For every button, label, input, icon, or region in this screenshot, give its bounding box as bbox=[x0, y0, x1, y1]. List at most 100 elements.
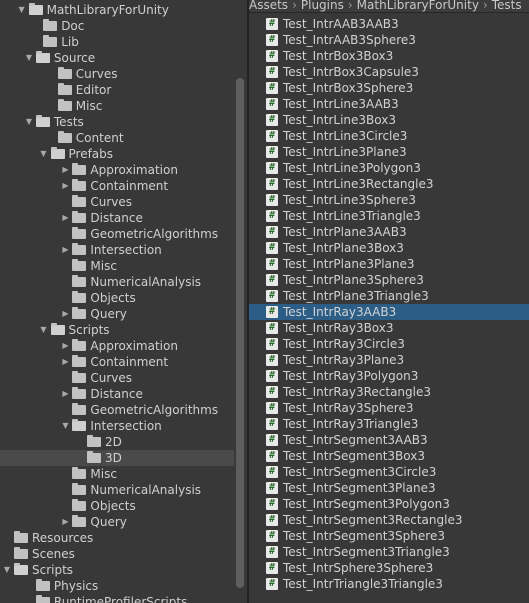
file-item[interactable]: # Test_IntrRay3Triangle3 bbox=[249, 416, 529, 432]
breadcrumb-item-plugins[interactable]: Plugins bbox=[301, 0, 344, 11]
tree-item-tests[interactable]: ▼ Tests bbox=[0, 114, 234, 130]
tree-item-curves[interactable]: Curves bbox=[0, 370, 234, 386]
tree-item-geometricalgorithms[interactable]: GeometricAlgorithms bbox=[0, 226, 234, 242]
file-item[interactable]: # Test_IntrPlane3Plane3 bbox=[249, 256, 529, 272]
file-item[interactable]: # Test_IntrLine3Sphere3 bbox=[249, 192, 529, 208]
breadcrumb-item-mathlibrary[interactable]: MathLibraryForUnity bbox=[357, 0, 479, 11]
file-item[interactable]: # Test_IntrPlane3Triangle3 bbox=[249, 288, 529, 304]
expand-right-icon[interactable]: ▶ bbox=[60, 210, 70, 226]
tree-item-numericalanalysis[interactable]: NumericalAnalysis bbox=[0, 274, 234, 290]
tree-item-curves[interactable]: Curves bbox=[0, 66, 234, 82]
tree-item-scripts[interactable]: ▼ Scripts bbox=[0, 322, 234, 338]
file-item[interactable]: # Test_IntrPlane3AAB3 bbox=[249, 224, 529, 240]
tree-scrollbar-thumb[interactable] bbox=[236, 78, 244, 588]
tree-item-editor[interactable]: Editor bbox=[0, 82, 234, 98]
expand-right-icon[interactable]: ▶ bbox=[60, 514, 70, 530]
breadcrumb-item-assets[interactable]: Assets bbox=[249, 0, 288, 11]
expand-down-icon[interactable]: ▼ bbox=[39, 146, 49, 162]
file-item[interactable]: # Test_IntrLine3Box3 bbox=[249, 112, 529, 128]
file-item[interactable]: # Test_IntrLine3Triangle3 bbox=[249, 208, 529, 224]
tree-item-2d[interactable]: 2D bbox=[0, 434, 234, 450]
tree-item-approximation[interactable]: ▶ Approximation bbox=[0, 162, 234, 178]
tree-item-containment[interactable]: ▶ Containment bbox=[0, 178, 234, 194]
tree-item-lib[interactable]: Lib bbox=[0, 34, 234, 50]
tree-item-prefabs[interactable]: ▼ Prefabs bbox=[0, 146, 234, 162]
expand-down-icon[interactable]: ▼ bbox=[2, 562, 12, 578]
tree-item-intersection[interactable]: ▶ Intersection bbox=[0, 242, 234, 258]
file-item[interactable]: # Test_IntrSegment3AAB3 bbox=[249, 432, 529, 448]
folder-icon bbox=[72, 403, 87, 415]
file-item[interactable]: # Test_IntrRay3Circle3 bbox=[249, 336, 529, 352]
expand-right-icon[interactable]: ▶ bbox=[60, 338, 70, 354]
tree-item-doc[interactable]: Doc bbox=[0, 18, 234, 34]
expand-right-icon[interactable]: ▶ bbox=[60, 242, 70, 258]
file-item[interactable]: # Test_IntrBox3Capsule3 bbox=[249, 64, 529, 80]
tree-item-distance[interactable]: ▶ Distance bbox=[0, 210, 234, 226]
file-item[interactable]: # Test_IntrRay3Box3 bbox=[249, 320, 529, 336]
expand-right-icon[interactable]: ▶ bbox=[60, 386, 70, 402]
csharp-script-icon: # bbox=[266, 482, 278, 494]
expand-right-icon[interactable]: ▶ bbox=[60, 178, 70, 194]
tree-item-scenes[interactable]: Scenes bbox=[0, 546, 234, 562]
expand-down-icon[interactable]: ▼ bbox=[39, 322, 49, 338]
file-item[interactable]: # Test_IntrPlane3Sphere3 bbox=[249, 272, 529, 288]
file-item[interactable]: # Test_IntrAAB3Sphere3 bbox=[249, 32, 529, 48]
expand-down-icon[interactable]: ▼ bbox=[60, 418, 70, 434]
tree-item-scripts[interactable]: ▼ Scripts bbox=[0, 562, 234, 578]
file-item[interactable]: # Test_IntrSegment3Sphere3 bbox=[249, 528, 529, 544]
tree-item-3d[interactable]: 3D bbox=[0, 450, 234, 466]
tree-item-distance[interactable]: ▶ Distance bbox=[0, 386, 234, 402]
tree-item-physics[interactable]: Physics bbox=[0, 578, 234, 594]
file-item[interactable]: # Test_IntrSegment3Circle3 bbox=[249, 464, 529, 480]
tree-item-label: Containment bbox=[90, 355, 169, 369]
tree-item-content[interactable]: Content bbox=[0, 130, 234, 146]
file-item[interactable]: # Test_IntrRay3AAB3 bbox=[249, 304, 529, 320]
tree-item-geometricalgorithms[interactable]: GeometricAlgorithms bbox=[0, 402, 234, 418]
file-item[interactable]: # Test_IntrRay3Plane3 bbox=[249, 352, 529, 368]
file-item[interactable]: # Test_IntrLine3Plane3 bbox=[249, 144, 529, 160]
file-item[interactable]: # Test_IntrBox3Box3 bbox=[249, 48, 529, 64]
file-item[interactable]: # Test_IntrSegment3Rectangle3 bbox=[249, 512, 529, 528]
file-item[interactable]: # Test_IntrTriangle3Triangle3 bbox=[249, 576, 529, 592]
tree-item-misc[interactable]: Misc bbox=[0, 258, 234, 274]
file-item[interactable]: # Test_IntrRay3Polygon3 bbox=[249, 368, 529, 384]
tree-item-query[interactable]: ▶ Query bbox=[0, 514, 234, 530]
tree-item-approximation[interactable]: ▶ Approximation bbox=[0, 338, 234, 354]
file-item[interactable]: # Test_IntrPlane3Box3 bbox=[249, 240, 529, 256]
tree-item-curves[interactable]: Curves bbox=[0, 194, 234, 210]
file-item[interactable]: # Test_IntrLine3Polygon3 bbox=[249, 160, 529, 176]
breadcrumb-item-tests[interactable]: Tests bbox=[492, 0, 522, 11]
expand-down-icon[interactable]: ▼ bbox=[24, 50, 34, 66]
file-item[interactable]: # Test_IntrLine3AAB3 bbox=[249, 96, 529, 112]
tree-item-label: Curves bbox=[90, 371, 133, 385]
tree-item-mathlibraryforunity[interactable]: ▼ MathLibraryForUnity bbox=[0, 2, 234, 18]
tree-item-source[interactable]: ▼ Source bbox=[0, 50, 234, 66]
file-item[interactable]: # Test_IntrLine3Circle3 bbox=[249, 128, 529, 144]
file-item[interactable]: # Test_IntrSegment3Polygon3 bbox=[249, 496, 529, 512]
file-item[interactable]: # Test_IntrSegment3Triangle3 bbox=[249, 544, 529, 560]
expand-down-icon[interactable]: ▼ bbox=[24, 114, 34, 130]
expand-right-icon[interactable]: ▶ bbox=[60, 354, 70, 370]
file-item[interactable]: # Test_IntrRay3Rectangle3 bbox=[249, 384, 529, 400]
tree-item-intersection[interactable]: ▼ Intersection bbox=[0, 418, 234, 434]
file-item[interactable]: # Test_IntrLine3Rectangle3 bbox=[249, 176, 529, 192]
tree-item-misc[interactable]: Misc bbox=[0, 98, 234, 114]
file-item[interactable]: # Test_IntrSphere3Sphere3 bbox=[249, 560, 529, 576]
tree-item-containment[interactable]: ▶ Containment bbox=[0, 354, 234, 370]
expand-right-icon[interactable]: ▶ bbox=[60, 306, 70, 322]
file-item[interactable]: # Test_IntrRay3Sphere3 bbox=[249, 400, 529, 416]
file-item[interactable]: # Test_IntrSegment3Box3 bbox=[249, 448, 529, 464]
tree-item-query[interactable]: ▶ Query bbox=[0, 306, 234, 322]
file-item[interactable]: # Test_IntrSegment3Plane3 bbox=[249, 480, 529, 496]
file-name: Test_IntrPlane3Triangle3 bbox=[283, 289, 429, 303]
tree-item-runtimeprofilerscripts[interactable]: RuntimeProfilerScripts bbox=[0, 594, 234, 603]
tree-item-objects[interactable]: Objects bbox=[0, 290, 234, 306]
file-item[interactable]: # Test_IntrAAB3AAB3 bbox=[249, 16, 529, 32]
tree-item-objects[interactable]: Objects bbox=[0, 498, 234, 514]
tree-item-numericalanalysis[interactable]: NumericalAnalysis bbox=[0, 482, 234, 498]
file-item[interactable]: # Test_IntrBox3Sphere3 bbox=[249, 80, 529, 96]
tree-item-resources[interactable]: Resources bbox=[0, 530, 234, 546]
expand-right-icon[interactable]: ▶ bbox=[60, 162, 70, 178]
expand-down-icon[interactable]: ▼ bbox=[17, 2, 27, 18]
tree-item-misc[interactable]: Misc bbox=[0, 466, 234, 482]
